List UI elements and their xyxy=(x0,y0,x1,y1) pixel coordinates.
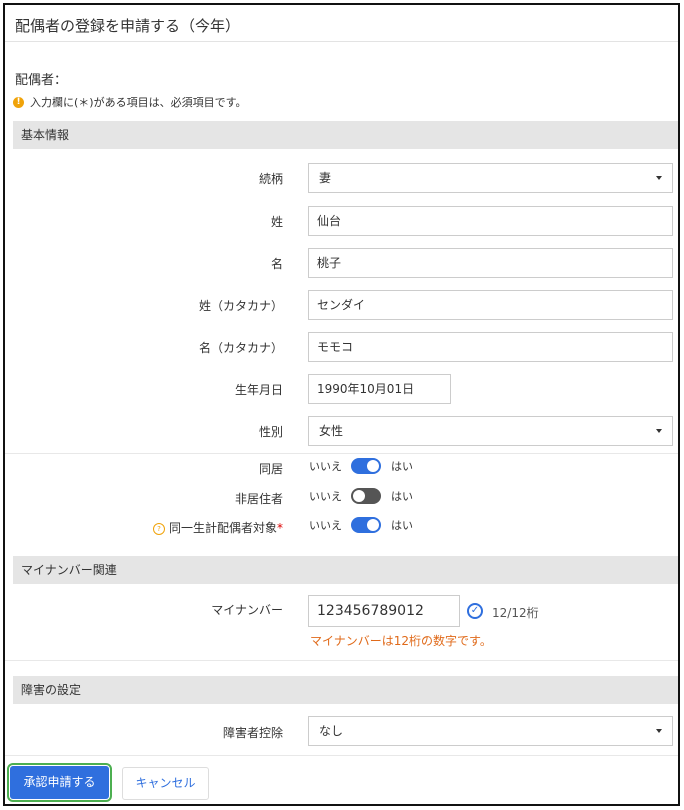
nonresident-toggle-row: いいえ はい xyxy=(309,488,413,504)
mynumber-count: 12/12桁 xyxy=(492,606,539,620)
cohabit-toggle[interactable] xyxy=(351,458,381,474)
gender-select[interactable]: 女性 xyxy=(308,416,673,446)
nonresident-no-label: いいえ xyxy=(309,490,342,503)
relation-label: 続柄 xyxy=(258,172,283,186)
cohabit-no-label: いいえ xyxy=(309,460,342,473)
divider xyxy=(5,755,678,756)
first-name-label: 名 xyxy=(270,257,283,271)
nonresident-toggle[interactable] xyxy=(351,488,381,504)
submit-approval-button[interactable]: 承認申請する xyxy=(7,763,112,802)
same-household-toggle[interactable] xyxy=(351,517,381,533)
nonresident-yes-label: はい xyxy=(391,490,413,503)
page-title: 配偶者の登録を申請する（今年） xyxy=(15,17,241,35)
section-basic-info: 基本情報 xyxy=(13,121,678,149)
section-mynumber: マイナンバー関連 xyxy=(13,556,678,584)
divider xyxy=(5,660,678,661)
first-name-input[interactable]: 桃子 xyxy=(308,248,673,278)
first-kana-input[interactable]: モモコ xyxy=(308,332,673,362)
same-household-toggle-row: いいえ はい xyxy=(309,517,413,533)
last-kana-input[interactable]: センダイ xyxy=(308,290,673,320)
nonresident-label: 非居住者 xyxy=(234,492,283,506)
required-note-text: 入力欄に(＊)がある項目は、必須項目です。 xyxy=(30,96,247,109)
last-name-label: 姓 xyxy=(270,215,283,229)
help-icon[interactable]: ? xyxy=(152,522,165,535)
divider xyxy=(5,453,678,454)
gender-label: 性別 xyxy=(258,425,283,439)
same-household-label: ? 同一生計配偶者対象* xyxy=(103,519,283,536)
spouse-label: 配偶者： xyxy=(15,73,68,88)
same-household-text: 同一生計配偶者対象 xyxy=(168,521,277,535)
info-icon: ! xyxy=(13,96,24,108)
birthdate-label: 生年月日 xyxy=(234,383,283,397)
chevron-down-icon xyxy=(656,429,662,433)
section-disability: 障害の設定 xyxy=(13,676,678,704)
first-kana-label: 名（カタカナ） xyxy=(198,341,283,355)
chevron-down-icon xyxy=(656,729,662,733)
cancel-button[interactable]: キャンセル xyxy=(122,767,209,800)
required-note: ! 入力欄に(＊)がある項目は、必須項目です。 xyxy=(13,94,246,110)
last-name-input[interactable]: 仙台 xyxy=(308,206,673,236)
required-mark: * xyxy=(277,521,283,535)
last-kana-label: 姓（カタカナ） xyxy=(198,299,283,313)
disability-select[interactable]: なし xyxy=(308,716,673,746)
mynumber-error: マイナンバーは12桁の数字です。 xyxy=(310,634,492,648)
title-divider xyxy=(5,41,678,42)
cohabit-yes-label: はい xyxy=(391,460,413,473)
dialog: 配偶者の登録を申請する（今年） 配偶者： ! 入力欄に(＊)がある項目は、必須項… xyxy=(3,3,680,806)
cohabit-toggle-row: いいえ はい xyxy=(309,458,413,474)
disability-value: なし xyxy=(319,724,344,738)
chevron-down-icon xyxy=(656,176,662,180)
disability-label: 障害者控除 xyxy=(222,726,283,740)
gender-value: 女性 xyxy=(319,424,344,438)
same-household-no-label: いいえ xyxy=(309,519,342,532)
same-household-yes-label: はい xyxy=(391,519,413,532)
mynumber-input[interactable]: 123456789012 xyxy=(308,595,460,627)
relation-select[interactable]: 妻 xyxy=(308,163,673,193)
check-circle-icon: ✓ xyxy=(467,603,483,619)
cohabit-label: 同居 xyxy=(258,462,283,476)
birthdate-input[interactable]: 1990年10月01日 xyxy=(308,374,451,404)
mynumber-label: マイナンバー xyxy=(211,603,283,617)
relation-value: 妻 xyxy=(319,171,332,185)
